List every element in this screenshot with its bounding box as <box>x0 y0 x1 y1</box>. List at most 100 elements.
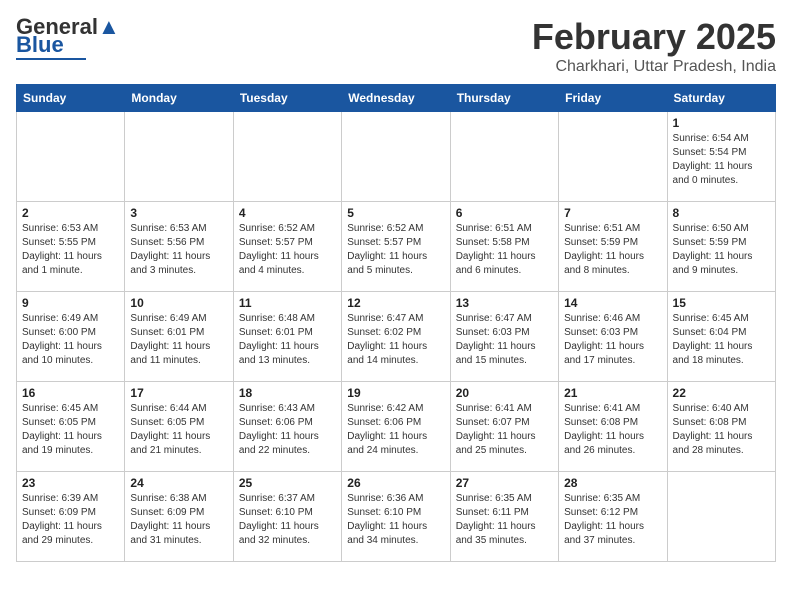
day-info: Sunrise: 6:49 AMSunset: 6:01 PMDaylight:… <box>130 312 227 368</box>
day-number: 8 <box>673 206 770 220</box>
week-row-4: 16Sunrise: 6:45 AMSunset: 6:05 PMDayligh… <box>17 382 776 472</box>
day-number: 20 <box>456 386 553 400</box>
calendar-cell: 4Sunrise: 6:52 AMSunset: 5:57 PMDaylight… <box>233 202 341 292</box>
calendar-cell <box>342 112 450 202</box>
calendar-cell: 1Sunrise: 6:54 AMSunset: 5:54 PMDaylight… <box>667 112 775 202</box>
logo: General▲ Blue <box>16 16 120 60</box>
day-info: Sunrise: 6:39 AMSunset: 6:09 PMDaylight:… <box>22 492 119 548</box>
calendar-cell: 11 Sunrise: 6:48 AMSunset: 6:01 PMDayligh… <box>233 292 341 382</box>
calendar-cell <box>667 472 775 562</box>
day-info: Sunrise: 6:41 AMSunset: 6:08 PMDaylight:… <box>564 402 661 458</box>
calendar-cell: 7 Sunrise: 6:51 AMSunset: 5:59 PMDaylight… <box>559 202 667 292</box>
day-info: Sunrise: 6:42 AMSunset: 6:06 PMDaylight:… <box>347 402 444 458</box>
month-title: February 2025 <box>532 16 776 58</box>
weekday-header-wednesday: Wednesday <box>342 85 450 112</box>
week-row-3: 9 Sunrise: 6:49 AMSunset: 6:00 PMDaylight… <box>17 292 776 382</box>
day-number: 25 <box>239 476 336 490</box>
day-info: Sunrise: 6:38 AMSunset: 6:09 PMDaylight:… <box>130 492 227 548</box>
day-number: 5 <box>347 206 444 220</box>
day-info: Sunrise: 6:40 AMSunset: 6:08 PMDaylight:… <box>673 402 770 458</box>
calendar-cell: 19 Sunrise: 6:42 AMSunset: 6:06 PMDayligh… <box>342 382 450 472</box>
day-number: 1 <box>673 116 770 130</box>
day-number: 11 <box>239 296 336 310</box>
calendar-cell: 9 Sunrise: 6:49 AMSunset: 6:00 PMDaylight… <box>17 292 125 382</box>
calendar-cell: 18 Sunrise: 6:43 AMSunset: 6:06 PMDayligh… <box>233 382 341 472</box>
calendar-cell: 13Sunrise: 6:47 AMSunset: 6:03 PMDayligh… <box>450 292 558 382</box>
logo-underline <box>16 58 86 60</box>
day-number: 19 <box>347 386 444 400</box>
calendar-cell <box>450 112 558 202</box>
day-info: Sunrise: 6:49 AMSunset: 6:00 PMDaylight:… <box>22 312 119 368</box>
day-info: Sunrise: 6:45 AMSunset: 6:05 PMDaylight:… <box>22 402 119 458</box>
day-info: Sunrise: 6:53 AMSunset: 5:56 PMDaylight:… <box>130 222 227 278</box>
calendar-cell: 6 Sunrise: 6:51 AMSunset: 5:58 PMDaylight… <box>450 202 558 292</box>
week-row-5: 23Sunrise: 6:39 AMSunset: 6:09 PMDayligh… <box>17 472 776 562</box>
calendar-cell: 22 Sunrise: 6:40 AMSunset: 6:08 PMDayligh… <box>667 382 775 472</box>
weekday-header-monday: Monday <box>125 85 233 112</box>
calendar-cell: 16Sunrise: 6:45 AMSunset: 6:05 PMDayligh… <box>17 382 125 472</box>
day-number: 24 <box>130 476 227 490</box>
calendar-cell <box>559 112 667 202</box>
calendar-table: SundayMondayTuesdayWednesdayThursdayFrid… <box>16 84 776 562</box>
day-number: 15 <box>673 296 770 310</box>
day-info: Sunrise: 6:52 AMSunset: 5:57 PMDaylight:… <box>239 222 336 278</box>
calendar-cell: 26 Sunrise: 6:36 AMSunset: 6:10 PMDayligh… <box>342 472 450 562</box>
day-info: Sunrise: 6:35 AMSunset: 6:11 PMDaylight:… <box>456 492 553 548</box>
day-info: Sunrise: 6:51 AMSunset: 5:59 PMDaylight:… <box>564 222 661 278</box>
week-row-1: 1Sunrise: 6:54 AMSunset: 5:54 PMDaylight… <box>17 112 776 202</box>
day-info: Sunrise: 6:37 AMSunset: 6:10 PMDaylight:… <box>239 492 336 548</box>
day-number: 14 <box>564 296 661 310</box>
weekday-header-friday: Friday <box>559 85 667 112</box>
calendar-cell: 5 Sunrise: 6:52 AMSunset: 5:57 PMDaylight… <box>342 202 450 292</box>
day-info: Sunrise: 6:35 AMSunset: 6:12 PMDaylight:… <box>564 492 661 548</box>
location: Charkhari, Uttar Pradesh, India <box>532 58 776 76</box>
day-number: 27 <box>456 476 553 490</box>
calendar-cell <box>125 112 233 202</box>
day-number: 13 <box>456 296 553 310</box>
day-number: 7 <box>564 206 661 220</box>
calendar-cell: 8 Sunrise: 6:50 AMSunset: 5:59 PMDaylight… <box>667 202 775 292</box>
day-info: Sunrise: 6:41 AMSunset: 6:07 PMDaylight:… <box>456 402 553 458</box>
day-info: Sunrise: 6:46 AMSunset: 6:03 PMDaylight:… <box>564 312 661 368</box>
calendar-cell: 3 Sunrise: 6:53 AMSunset: 5:56 PMDaylight… <box>125 202 233 292</box>
day-number: 28 <box>564 476 661 490</box>
weekday-header-saturday: Saturday <box>667 85 775 112</box>
weekday-header-thursday: Thursday <box>450 85 558 112</box>
page-header: General▲ Blue February 2025 Charkhari, U… <box>16 16 776 76</box>
day-number: 6 <box>456 206 553 220</box>
day-number: 12 <box>347 296 444 310</box>
day-number: 2 <box>22 206 119 220</box>
day-info: Sunrise: 6:45 AMSunset: 6:04 PMDaylight:… <box>673 312 770 368</box>
logo-blue-text: Blue <box>16 34 64 56</box>
day-number: 18 <box>239 386 336 400</box>
day-info: Sunrise: 6:47 AMSunset: 6:02 PMDaylight:… <box>347 312 444 368</box>
calendar-cell: 2Sunrise: 6:53 AMSunset: 5:55 PMDaylight… <box>17 202 125 292</box>
calendar-cell: 25 Sunrise: 6:37 AMSunset: 6:10 PMDayligh… <box>233 472 341 562</box>
calendar-cell: 20 Sunrise: 6:41 AMSunset: 6:07 PMDayligh… <box>450 382 558 472</box>
day-number: 22 <box>673 386 770 400</box>
day-info: Sunrise: 6:50 AMSunset: 5:59 PMDaylight:… <box>673 222 770 278</box>
day-number: 10 <box>130 296 227 310</box>
day-number: 9 <box>22 296 119 310</box>
calendar-cell: 12 Sunrise: 6:47 AMSunset: 6:02 PMDayligh… <box>342 292 450 382</box>
calendar-cell: 23Sunrise: 6:39 AMSunset: 6:09 PMDayligh… <box>17 472 125 562</box>
day-info: Sunrise: 6:52 AMSunset: 5:57 PMDaylight:… <box>347 222 444 278</box>
calendar-cell: 24 Sunrise: 6:38 AMSunset: 6:09 PMDayligh… <box>125 472 233 562</box>
day-info: Sunrise: 6:36 AMSunset: 6:10 PMDaylight:… <box>347 492 444 548</box>
calendar-cell: 28 Sunrise: 6:35 AMSunset: 6:12 PMDayligh… <box>559 472 667 562</box>
day-info: Sunrise: 6:51 AMSunset: 5:58 PMDaylight:… <box>456 222 553 278</box>
day-info: Sunrise: 6:48 AMSunset: 6:01 PMDaylight:… <box>239 312 336 368</box>
day-info: Sunrise: 6:43 AMSunset: 6:06 PMDaylight:… <box>239 402 336 458</box>
calendar-cell: 21 Sunrise: 6:41 AMSunset: 6:08 PMDayligh… <box>559 382 667 472</box>
day-number: 17 <box>130 386 227 400</box>
day-number: 3 <box>130 206 227 220</box>
weekday-header-sunday: Sunday <box>17 85 125 112</box>
calendar-cell: 14 Sunrise: 6:46 AMSunset: 6:03 PMDayligh… <box>559 292 667 382</box>
week-row-2: 2Sunrise: 6:53 AMSunset: 5:55 PMDaylight… <box>17 202 776 292</box>
day-number: 21 <box>564 386 661 400</box>
title-area: February 2025 Charkhari, Uttar Pradesh, … <box>532 16 776 76</box>
calendar-cell: 10 Sunrise: 6:49 AMSunset: 6:01 PMDayligh… <box>125 292 233 382</box>
calendar-cell <box>233 112 341 202</box>
weekday-header-tuesday: Tuesday <box>233 85 341 112</box>
day-number: 26 <box>347 476 444 490</box>
